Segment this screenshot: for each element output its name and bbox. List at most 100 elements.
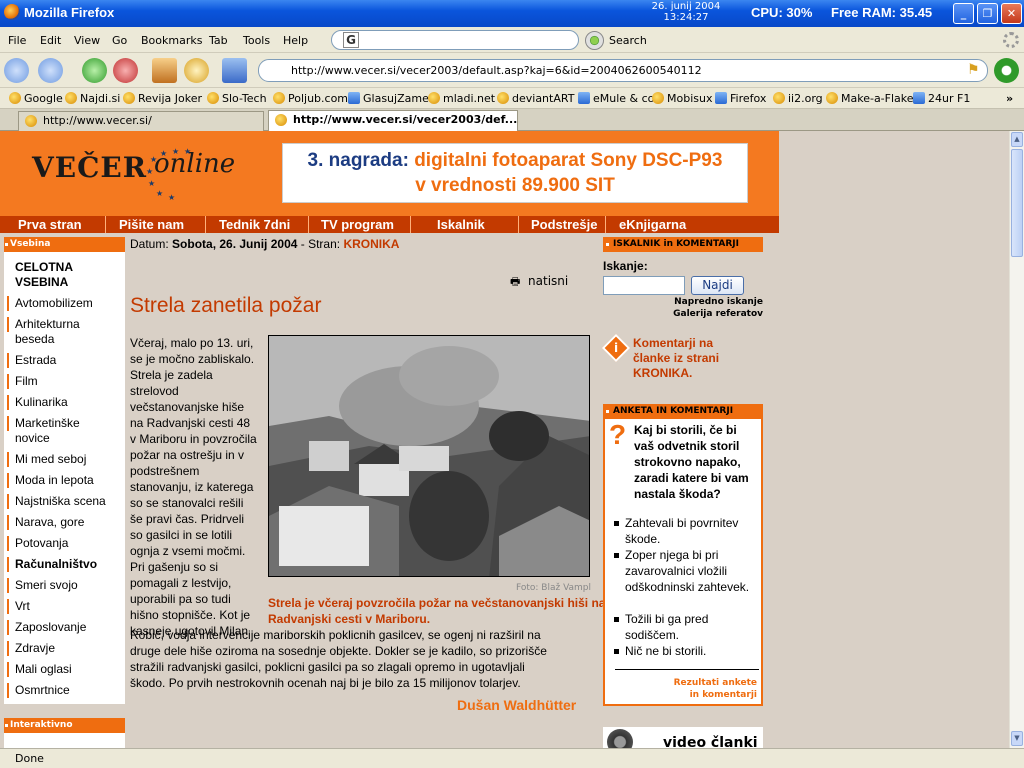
bookmark-item[interactable]: Firefox — [715, 92, 766, 105]
bookmarks-overflow-button[interactable]: » — [1006, 92, 1013, 105]
scroll-down-button[interactable]: ▼ — [1011, 731, 1023, 746]
bookmark-item[interactable]: Mobisux — [652, 92, 712, 105]
sidebar-item[interactable]: Estrada — [4, 353, 125, 368]
google-engine-icon[interactable]: G — [343, 32, 359, 48]
new-tab-icon[interactable] — [222, 58, 247, 83]
scroll-thumb[interactable] — [1011, 149, 1023, 257]
maximize-button[interactable]: ❐ — [977, 3, 998, 24]
poll-option[interactable]: Zahtevali bi povrnitev škode. — [614, 515, 759, 547]
tab-vecer-home[interactable]: http://www.vecer.si/ — [18, 111, 264, 131]
menu-file[interactable]: File — [8, 34, 26, 47]
forward-icon[interactable] — [38, 58, 63, 83]
bookmark-icon — [9, 92, 21, 104]
print-link[interactable]: 🖶 natisni — [510, 273, 568, 292]
page-content: VEČER online ★ ★ ★ ★ ★ ★ ★ ★ 3. nagrada:… — [0, 131, 1009, 748]
poll-option[interactable]: Zoper njega bi pri zavarovalnici vložili… — [614, 547, 759, 595]
nav-prva-stran[interactable]: Prva stran — [18, 216, 82, 233]
bookmark-item[interactable]: Google — [9, 92, 63, 105]
sidebar-item[interactable]: Narava, gore — [4, 515, 125, 530]
sidebar-item[interactable]: Mali oglasi — [4, 662, 125, 677]
sidebar-item[interactable]: Moda in lepota — [4, 473, 125, 488]
bookmark-item[interactable]: ii2.org — [773, 92, 823, 105]
vertical-scrollbar[interactable]: ▲ ▼ — [1009, 131, 1024, 748]
alarm-icon[interactable] — [184, 58, 209, 83]
bookmark-item[interactable]: Najdi.si — [65, 92, 120, 105]
search-label: Iskanje: — [603, 259, 648, 273]
gallery-link[interactable]: Galerija referatov — [603, 309, 763, 319]
sidebar-item[interactable]: Arhitekturna beseda — [4, 317, 104, 347]
site-search-input[interactable] — [603, 276, 685, 295]
menu-help[interactable]: Help — [283, 34, 308, 47]
search-input[interactable] — [331, 30, 579, 50]
logo-star-icon: ★ — [156, 189, 164, 198]
close-button[interactable]: ✕ — [1001, 3, 1022, 24]
go-icon[interactable] — [994, 58, 1019, 83]
clock-date: 26. junij 2004 — [651, 1, 721, 12]
tab-vecer-article[interactable]: http://www.vecer.si/vecer2003/def... — [268, 110, 518, 131]
home-icon[interactable] — [152, 58, 177, 83]
site-logo[interactable]: VEČER — [32, 151, 147, 184]
bookmark-icon — [207, 92, 219, 104]
menu-tab[interactable]: Tab — [209, 34, 228, 47]
search-go-icon[interactable] — [585, 31, 604, 50]
url-field[interactable]: http://www.vecer.si/vecer2003/default.as… — [258, 59, 988, 82]
sidebar-item[interactable]: Zaposlovanje — [4, 620, 125, 635]
bookmark-item[interactable]: Revija Joker — [123, 92, 202, 105]
sidebar-item[interactable]: Avtomobilizem — [4, 296, 125, 311]
menu-go[interactable]: Go — [112, 34, 127, 47]
poll-results-link[interactable]: Rezultati ankete in komentarji — [667, 677, 757, 701]
minimize-button[interactable]: _ — [953, 3, 974, 24]
poll-option[interactable]: Nič ne bi storili. — [614, 643, 759, 659]
nav-pisite-nam[interactable]: Pišite nam — [119, 216, 184, 233]
firefox-icon — [4, 4, 20, 20]
reload-icon[interactable] — [82, 58, 107, 83]
sidebar-item-celotna-vsebina[interactable]: CELOTNA VSEBINA — [4, 252, 114, 294]
back-icon[interactable] — [4, 58, 29, 83]
menu-edit[interactable]: Edit — [40, 34, 61, 47]
search-button[interactable]: Search — [609, 34, 647, 47]
bookmark-item[interactable]: GlasujZame — [348, 92, 429, 105]
sidebar-item-active[interactable]: Računalništvo — [4, 557, 125, 572]
bookmark-item[interactable]: deviantART — [497, 92, 574, 105]
sidebar-item[interactable]: Najstniška scena — [4, 494, 125, 509]
sidebar-item[interactable]: Vrt — [4, 599, 125, 614]
bookmark-item[interactable]: Slo-Tech — [207, 92, 267, 105]
bookmark-item[interactable]: mladi.net — [428, 92, 495, 105]
menu-view[interactable]: View — [74, 34, 100, 47]
menu-bar: File Edit View Go Bookmarks Tab Tools He… — [0, 27, 1024, 53]
tab-label: http://www.vecer.si/vecer2003/def... — [293, 113, 518, 126]
sidebar-item[interactable]: Smeri svojo — [4, 578, 125, 593]
menu-tools[interactable]: Tools — [243, 34, 270, 47]
scroll-up-button[interactable]: ▲ — [1011, 132, 1023, 147]
nav-iskalnik[interactable]: Iskalnik — [437, 216, 485, 233]
video-articles-box[interactable]: video članki — [603, 727, 763, 748]
nav-tv-program[interactable]: TV program — [321, 216, 394, 233]
bookmark-item[interactable]: Poljub.com — [273, 92, 348, 105]
sidebar-item[interactable]: Kulinarika — [4, 395, 125, 410]
poll-option[interactable]: Tožili bi ga pred sodiščem. — [614, 611, 759, 643]
sidebar-item[interactable]: Osmrtnice — [4, 683, 125, 698]
sidebar-item[interactable]: Mi med seboj — [4, 452, 125, 467]
printer-icon: 🖶 — [510, 275, 521, 288]
rss-icon[interactable]: ⚑ — [967, 62, 983, 78]
nav-tednik[interactable]: Tednik 7dni — [219, 216, 290, 233]
ad-banner[interactable]: 3. nagrada: digitalni fotoaparat Sony DS… — [282, 143, 748, 203]
bookmark-item[interactable]: Make-a-Flake — [826, 92, 914, 105]
najdi-button[interactable]: Najdi — [691, 276, 744, 295]
article-line: škodo. Po prvih nestrokovnih ocenah naj … — [130, 676, 521, 690]
nav-podstresje[interactable]: Podstrešje — [531, 216, 597, 233]
stop-icon[interactable] — [113, 58, 138, 83]
sidebar-item[interactable]: Zdravje — [4, 641, 125, 656]
bookmark-item[interactable]: eMule & co — [578, 92, 654, 105]
menu-bookmarks[interactable]: Bookmarks — [141, 34, 202, 47]
sidebar-item[interactable]: Film — [4, 374, 125, 389]
advanced-search-link[interactable]: Napredno iskanje — [603, 297, 763, 307]
nav-eknjigarna[interactable]: eKnjigarna — [619, 216, 686, 233]
bookmark-item[interactable]: 24ur F1 — [913, 92, 970, 105]
article-section[interactable]: KRONIKA — [343, 237, 399, 251]
sidebar-item[interactable]: Marketinške novice — [4, 416, 104, 446]
category-sidebar: Vsebina CELOTNA VSEBINA Avtomobilizem Ar… — [4, 237, 125, 748]
sidebar-item[interactable]: Potovanja — [4, 536, 125, 551]
comments-link[interactable]: Komentarji na članke iz strani KRONIKA. — [633, 336, 733, 381]
article-photo[interactable] — [268, 335, 590, 577]
